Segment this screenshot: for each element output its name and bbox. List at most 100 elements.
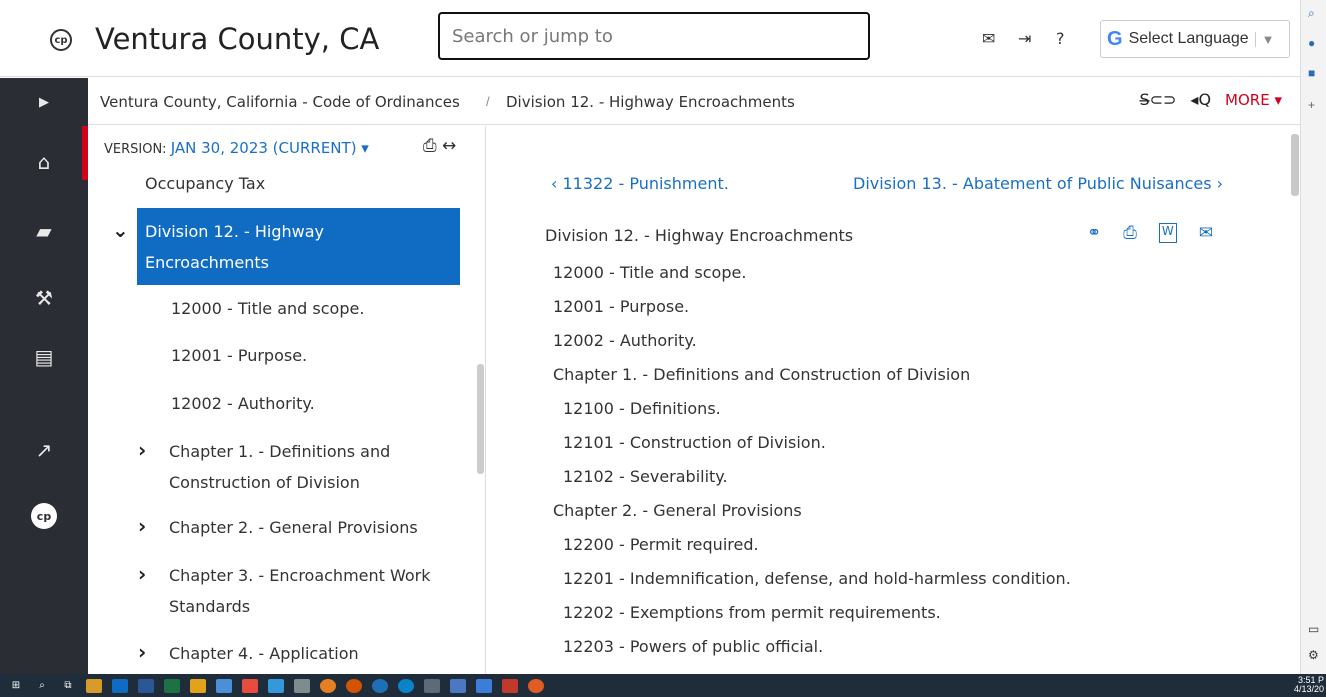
toc-tools-icon[interactable]: ⎙ ↔ — [423, 136, 456, 156]
toc-item-12001[interactable]: 12001 - Purpose. — [171, 340, 307, 371]
google-icon: G — [1107, 27, 1123, 50]
content-line[interactable]: 12102 - Severability. — [563, 467, 728, 486]
expand-sidebar-icon[interactable]: ▶ — [0, 82, 88, 122]
breadcrumb: Ventura County, California - Code of Ord… — [88, 78, 1300, 125]
app-icon[interactable] — [528, 678, 544, 693]
breadcrumb-tools: S̶⊂⊃ ◂Q MORE ▾ — [1139, 90, 1282, 109]
chrome-icon[interactable] — [346, 678, 362, 693]
version-prefix: VERSION: — [104, 142, 171, 157]
content-line[interactable]: 12200 - Permit required. — [563, 535, 759, 554]
help-icon[interactable]: ? — [1056, 29, 1065, 48]
outlook-icon[interactable] — [112, 678, 128, 693]
extension-icon[interactable]: ● — [1308, 36, 1315, 50]
windows-taskbar: ⊞ ⌕ ⧉ 3:51 P 4/13/20 — [0, 674, 1326, 697]
toc-item-12000[interactable]: 12000 - Title and scope. — [171, 293, 364, 324]
search-icon[interactable]: ⌕ — [1308, 6, 1315, 21]
sign-in-icon[interactable]: ⇥ — [1018, 29, 1031, 48]
app-icon[interactable] — [424, 678, 440, 693]
home-icon[interactable]: ⌂ — [0, 142, 88, 182]
toc-active-label: Division 12. - Highway Encroachments — [145, 222, 324, 272]
more-button[interactable]: MORE ▾ — [1225, 91, 1282, 109]
system-clock[interactable]: 3:51 P 4/13/20 — [1294, 676, 1324, 694]
content-area: ‹ 11322 - Punishment. Division 13. - Aba… — [487, 126, 1299, 674]
external-link-icon[interactable]: ↗ — [0, 430, 88, 470]
word-icon[interactable] — [138, 678, 154, 693]
toc-scrollbar[interactable] — [477, 364, 484, 474]
site-header: cp Ventura County, CA ✉ ⇥ ? G Select Lan… — [0, 0, 1300, 77]
gavel-icon[interactable]: ⚒ — [0, 278, 88, 318]
content-line[interactable]: 12202 - Exemptions from permit requireme… — [563, 603, 941, 622]
document-icon[interactable]: ▤ — [0, 337, 88, 377]
app-icon[interactable] — [476, 678, 492, 693]
app-s-icon[interactable] — [242, 678, 258, 693]
toc-item-chapter-1[interactable]: Chapter 1. - Definitions and Constructio… — [169, 436, 429, 498]
chevron-right-icon[interactable]: › — [138, 562, 146, 586]
app-icon[interactable] — [216, 678, 232, 693]
link-icon[interactable]: ⚭ — [1087, 223, 1101, 243]
toc-panel: VERSION: JAN 30, 2023 (CURRENT) ▾ ⎙ ↔ Oc… — [88, 126, 486, 674]
chevron-right-icon[interactable]: › — [138, 514, 146, 538]
doc-title: Division 12. - Highway Encroachments — [545, 226, 854, 245]
gear-icon[interactable]: ⚙ — [1308, 648, 1319, 662]
content-line[interactable]: 12101 - Construction of Division. — [563, 433, 826, 452]
excel-icon[interactable] — [164, 678, 180, 693]
file-explorer-icon[interactable] — [86, 678, 102, 693]
app-icon[interactable] — [450, 678, 466, 693]
chevron-down-icon[interactable]: ⌄ — [112, 218, 129, 242]
content-line[interactable]: 12203 - Powers of public official. — [563, 637, 823, 656]
toc-item-occupancy-tax[interactable]: Occupancy Tax — [145, 168, 265, 199]
municode-pro-icon[interactable]: cp — [0, 496, 88, 536]
content-line[interactable]: 12001 - Purpose. — [553, 297, 689, 316]
panel-icon[interactable]: ▭ — [1308, 622, 1319, 636]
site-title[interactable]: Ventura County, CA — [95, 22, 379, 56]
toc-item-chapter-2[interactable]: Chapter 2. - General Provisions — [169, 512, 418, 543]
print-icon[interactable]: ⎙ — [1123, 223, 1137, 243]
content-line[interactable]: 12201 - Indemnification, defense, and ho… — [563, 569, 1071, 588]
toc-item-division-12[interactable]: Division 12. - Highway Encroachments — [137, 208, 460, 285]
ie-icon[interactable] — [372, 678, 388, 693]
search-icon[interactable]: ⌕ — [34, 679, 50, 693]
browser-side-strip: ⌕ ● ■ + ▭ ⚙ — [1300, 0, 1326, 674]
chevron-right-icon[interactable]: › — [138, 640, 146, 664]
toc-item-chapter-4[interactable]: Chapter 4. - Application — [169, 638, 359, 669]
content-line[interactable]: 12000 - Title and scope. — [553, 263, 746, 282]
breadcrumb-separator: / — [486, 94, 490, 109]
acrobat-icon[interactable] — [502, 678, 518, 693]
search-input[interactable] — [438, 12, 870, 60]
codes-icon[interactable]: ▰ — [0, 211, 88, 251]
app-icon[interactable] — [294, 678, 310, 693]
email-icon[interactable]: ✉ — [1199, 223, 1213, 243]
language-select[interactable]: G Select Language ▼ — [1100, 20, 1290, 58]
chevron-down-icon: ▼ — [1254, 31, 1275, 47]
clock-date: 4/13/20 — [1293, 684, 1324, 694]
outlook-icon[interactable]: ■ — [1308, 66, 1315, 80]
start-icon[interactable]: ⊞ — [8, 679, 24, 693]
add-icon[interactable]: + — [1308, 98, 1315, 112]
folder-icon[interactable] — [190, 678, 206, 693]
prev-section-link[interactable]: ‹ 11322 - Punishment. — [551, 174, 729, 193]
chevron-right-icon[interactable]: › — [138, 438, 146, 462]
left-rail: ▶ ⌂ ▰ ⚒ ▤ ↗ cp — [0, 78, 88, 674]
toc-item-chapter-3[interactable]: Chapter 3. - Encroachment Work Standards — [169, 560, 449, 622]
search-within-icon[interactable]: ◂Q — [1190, 90, 1211, 109]
word-icon[interactable]: W — [1158, 223, 1177, 243]
municode-logo-icon[interactable]: cp — [50, 29, 72, 51]
content-scrollbar[interactable] — [1291, 134, 1299, 196]
app-s2-icon[interactable] — [268, 678, 284, 693]
content-line[interactable]: Chapter 1. - Definitions and Constructio… — [553, 365, 970, 384]
version-value[interactable]: JAN 30, 2023 (CURRENT) ▾ — [171, 139, 369, 157]
toc-item-12002[interactable]: 12002 - Authority. — [171, 388, 315, 419]
next-section-link[interactable]: Division 13. - Abatement of Public Nuisa… — [853, 174, 1223, 193]
breadcrumb-current: Division 12. - Highway Encroachments — [506, 93, 795, 111]
envelope-icon[interactable]: ✉ — [982, 29, 995, 48]
task-view-icon[interactable]: ⧉ — [60, 679, 76, 693]
version-selector[interactable]: VERSION: JAN 30, 2023 (CURRENT) ▾ — [104, 139, 369, 157]
municode-pro-badge: cp — [31, 503, 57, 529]
content-line[interactable]: Chapter 2. - General Provisions — [553, 501, 802, 520]
firefox-icon[interactable] — [320, 678, 336, 693]
breadcrumb-root[interactable]: Ventura County, California - Code of Ord… — [100, 93, 460, 111]
compare-toggle-icon[interactable]: S̶⊂⊃ — [1139, 90, 1176, 109]
edge-icon[interactable] — [398, 678, 414, 693]
content-line[interactable]: 12100 - Definitions. — [563, 399, 721, 418]
content-line[interactable]: 12002 - Authority. — [553, 331, 697, 350]
